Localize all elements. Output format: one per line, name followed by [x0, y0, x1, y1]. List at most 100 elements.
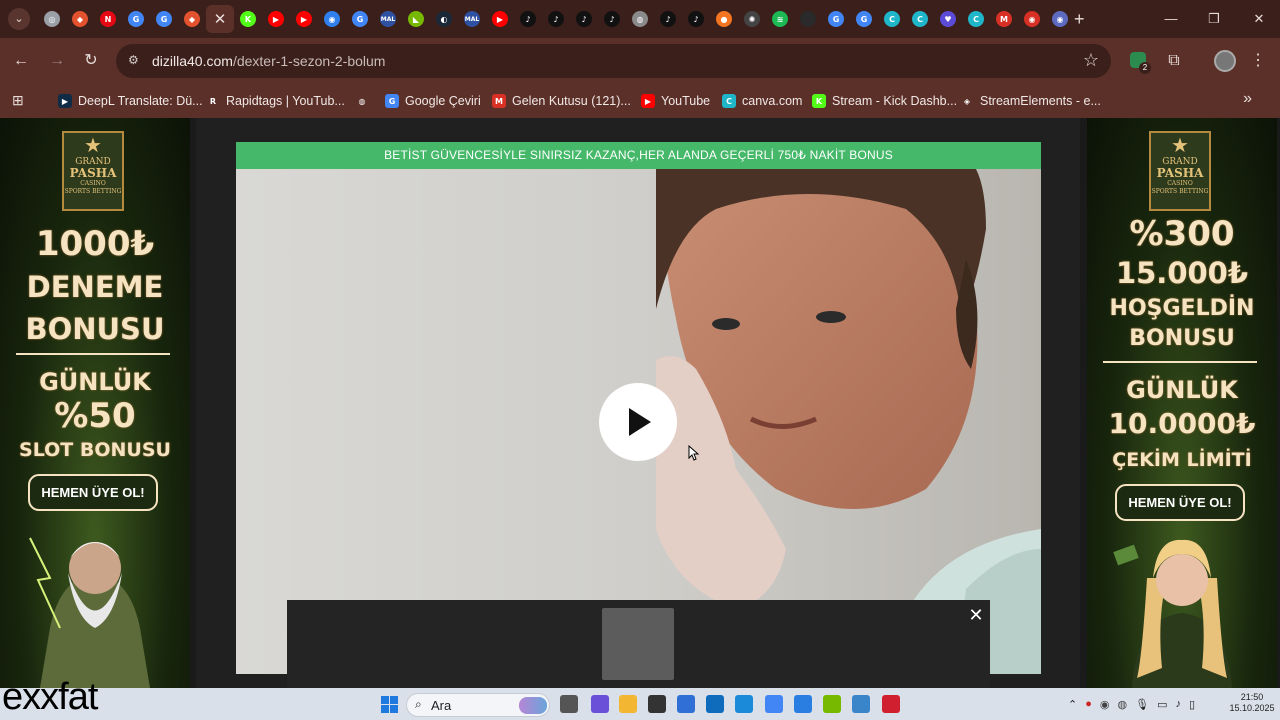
volume-icon[interactable]: ♪ — [1175, 698, 1181, 710]
browser-tab[interactable]: ♥ — [934, 5, 962, 33]
browser-tab[interactable]: C — [962, 5, 990, 33]
promo-banner[interactable]: BETİST GÜVENCESİYLE SINIRSIZ KAZANÇ,HER … — [236, 142, 1041, 169]
tray-app-icon[interactable]: ◍ — [1117, 698, 1127, 711]
store-icon[interactable] — [677, 695, 695, 713]
network-icon[interactable]: ▭ — [1157, 698, 1167, 711]
browser-tab[interactable]: ◐ — [430, 5, 458, 33]
browser-tab[interactable]: ▶ — [262, 5, 290, 33]
browser-tab[interactable]: ◎ — [38, 5, 66, 33]
profile-avatar[interactable] — [1214, 50, 1236, 72]
browser-tab[interactable]: ▶ — [290, 5, 318, 33]
bottom-overlay-ad[interactable]: ✕ — [287, 600, 990, 688]
bookmark-label: canva.com — [742, 94, 803, 108]
active-tab-close-icon[interactable]: ✕ — [214, 10, 227, 28]
microphone-icon[interactable]: 🎙 — [1135, 698, 1149, 711]
site-info-icon[interactable]: ⚙ — [128, 53, 139, 67]
bookmarks-overflow-chevron-icon[interactable]: » — [1243, 90, 1252, 108]
browser-tab[interactable]: ✺ — [738, 5, 766, 33]
browser-tab[interactable]: C — [906, 5, 934, 33]
settings-taskbar-icon[interactable] — [852, 695, 870, 713]
tray-app-icon[interactable]: ◉ — [1100, 698, 1110, 711]
browser-tab[interactable]: MAL — [458, 5, 486, 33]
browser-tab[interactable]: ◆ — [178, 5, 206, 33]
bookmark-item[interactable]: ◈ StreamElements - e... — [960, 84, 1101, 118]
bookmark-item[interactable]: M Gelen Kutusu (121)... — [492, 84, 631, 118]
browser-tab[interactable]: ● — [710, 5, 738, 33]
browser-tab[interactable]: ◉ — [1018, 5, 1046, 33]
chat-app-icon[interactable] — [591, 695, 609, 713]
forward-arrow-icon[interactable]: → — [46, 50, 68, 72]
bookmark-item[interactable]: ▶ YouTube — [641, 84, 710, 118]
bookmark-item[interactable]: K Stream - Kick Dashb... — [812, 84, 957, 118]
url-text[interactable]: dizilla40.com/dexter-1-sezon-2-bolum — [152, 53, 385, 69]
maximize-button[interactable]: ❐ — [1199, 8, 1229, 30]
browser-tab[interactable]: ♪ — [542, 5, 570, 33]
taskbar-clock[interactable]: 21:50 15.10.2025 — [1226, 692, 1278, 714]
battery-icon[interactable]: ▯ — [1189, 698, 1195, 711]
windows-start-icon[interactable] — [381, 696, 398, 713]
overlay-close-icon[interactable]: ✕ — [965, 604, 987, 626]
browser-tab[interactable]: ♪ — [654, 5, 682, 33]
browser-tab[interactable]: ♪ — [598, 5, 626, 33]
ad-sub-limit-amount: 10.0000₺ — [1108, 407, 1256, 440]
file-explorer-icon[interactable] — [619, 695, 637, 713]
github-icon[interactable] — [648, 695, 666, 713]
minimize-button[interactable]: — — [1156, 8, 1186, 30]
close-window-button[interactable]: ✕ — [1244, 8, 1274, 30]
browser-tab[interactable]: G — [150, 5, 178, 33]
extensions-puzzle-icon[interactable]: ⧉ — [1162, 50, 1186, 74]
bookmark-item[interactable]: ◍ — [355, 84, 375, 118]
left-side-ad[interactable]: ★ GRAND PASHA CASINO SPORTS BETTING 1000… — [0, 118, 190, 688]
bookmark-item[interactable]: G Google Çeviri — [385, 84, 481, 118]
outlook-icon[interactable] — [706, 695, 724, 713]
tray-overflow-chevron-icon[interactable]: ⌃ — [1068, 698, 1077, 711]
address-bar[interactable]: ⚙ dizilla40.com/dexter-1-sezon-2-bolum ☆ — [116, 44, 1111, 78]
app-icon[interactable] — [735, 695, 753, 713]
bookmark-item[interactable]: R Rapidtags | YouTub... — [206, 84, 345, 118]
browser-tab[interactable]: ✕ — [206, 5, 234, 33]
browser-tab[interactable]: G — [850, 5, 878, 33]
browser-tab[interactable]: ◉ — [318, 5, 346, 33]
browser-tab[interactable]: G — [122, 5, 150, 33]
browser-tab[interactable]: G — [822, 5, 850, 33]
bookmark-item[interactable]: Ccanva.com — [722, 84, 802, 118]
task-view-icon[interactable] — [560, 695, 578, 713]
nvidia-taskbar-icon[interactable] — [823, 695, 841, 713]
ad-signup-button[interactable]: HEMEN ÜYE OL! — [1115, 484, 1245, 521]
browser-tab[interactable]: ◆ — [66, 5, 94, 33]
bookmark-star-icon[interactable]: ☆ — [1083, 50, 1099, 71]
browser-tab[interactable]: M — [990, 5, 1018, 33]
tab-search-button[interactable]: ⌄ — [8, 8, 30, 30]
browser-tab[interactable]: ◉ — [1046, 5, 1074, 33]
bookmark-item[interactable]: ▶ DeepL Translate: Dü... — [58, 84, 203, 118]
menu-kebab-icon[interactable]: ⋮ — [1246, 50, 1270, 74]
browser-tab[interactable]: ♪ — [514, 5, 542, 33]
chrome-taskbar-icon[interactable] — [765, 695, 783, 713]
new-tab-button[interactable]: + — [1074, 9, 1085, 29]
browser-tab[interactable]: K — [234, 5, 262, 33]
taskbar-search-box[interactable]: ⌕ Ara — [406, 693, 550, 717]
browser-tab[interactable]: ◣ — [402, 5, 430, 33]
apps-grid-icon[interactable]: ⊞ — [12, 92, 28, 108]
play-button[interactable] — [599, 383, 677, 461]
back-arrow-icon[interactable]: ← — [10, 50, 32, 72]
overlay-ad-thumbnail[interactable] — [602, 608, 674, 680]
photos-icon[interactable] — [794, 695, 812, 713]
browser-tab[interactable]: N — [94, 5, 122, 33]
video-player[interactable] — [236, 169, 1041, 674]
browser-tab[interactable]: G — [346, 5, 374, 33]
browser-tab[interactable]: ≋ — [766, 5, 794, 33]
tray-app-icon[interactable]: ● — [1085, 698, 1092, 710]
search-highlight-icon — [519, 697, 547, 714]
browser-tab[interactable]: ♪ — [570, 5, 598, 33]
browser-tab[interactable]: ◍ — [626, 5, 654, 33]
browser-tab[interactable]: MAL — [374, 5, 402, 33]
reload-icon[interactable]: ↻ — [80, 50, 102, 72]
opera-icon[interactable] — [882, 695, 900, 713]
right-side-ad[interactable]: ★ GRAND PASHA CASINO SPORTS BETTING %300… — [1087, 118, 1277, 688]
browser-tab[interactable]: ▶ — [486, 5, 514, 33]
browser-tab[interactable]: C — [878, 5, 906, 33]
browser-tab[interactable]: ♪ — [682, 5, 710, 33]
browser-tab[interactable] — [794, 5, 822, 33]
ad-signup-button[interactable]: HEMEN ÜYE OL! — [28, 474, 158, 511]
